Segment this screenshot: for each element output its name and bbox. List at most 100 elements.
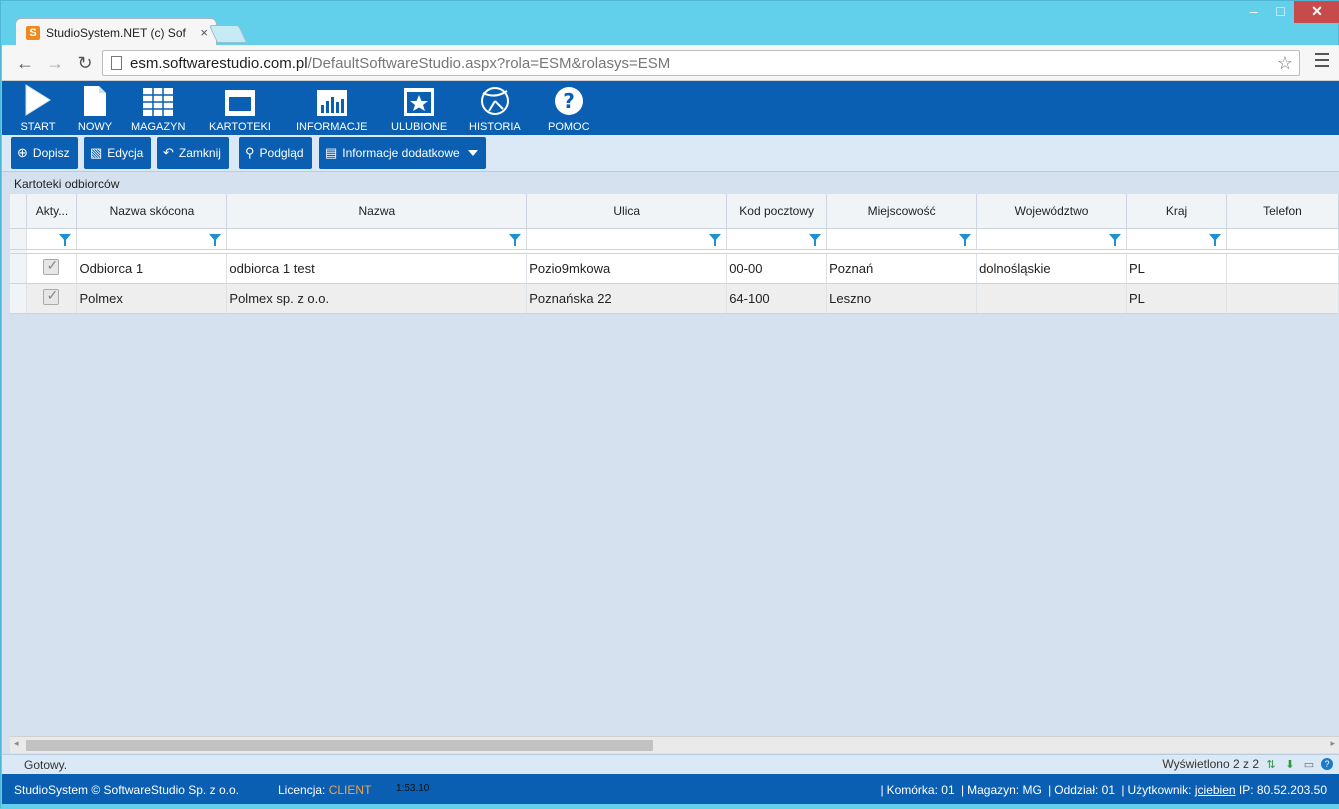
filter-cell-active[interactable] [26,228,78,250]
add-button[interactable]: ⊕ Dopisz [11,137,78,169]
customers-grid: Akty... Nazwa skócona Nazwa Ulica Kod po… [10,194,1339,736]
edit-button[interactable]: ▧ Edycja [84,137,152,169]
row-selector[interactable] [10,253,28,284]
minimize-icon[interactable]: – [1240,1,1267,23]
back-arrow-icon[interactable]: ← [14,52,36,74]
user-link[interactable]: jciebien [1195,783,1236,797]
document-icon: ▤ [325,145,338,160]
star-icon [399,81,439,117]
nav-start[interactable]: START [18,81,58,135]
edit-button-label: Edycja [107,146,144,160]
filter-cell-city[interactable] [826,228,978,250]
checkbox-checked-icon [43,287,60,305]
address-bar[interactable]: esm.softwarestudio.com.pl/DefaultSoftwar… [102,50,1300,76]
magnifier-icon: ⚲ [245,145,255,160]
column-header-city[interactable]: Miejscowość [826,194,978,229]
cell-street: Pozio9mkowa [526,253,728,284]
column-header-active[interactable]: Akty... [26,194,78,229]
column-header-postal-code[interactable]: Kod pocztowy [726,194,828,229]
edit-document-icon: ▧ [90,145,103,160]
filter-cell-region[interactable] [976,228,1128,250]
app-main-menu: START NOWY MAGAZYN KARTOTEKI INFORMACJE [2,81,1339,135]
nav-warehouse[interactable]: MAGAZYN [131,81,185,135]
status-text: Gotowy. [24,758,68,772]
add-button-label: Dopisz [32,146,70,160]
table-row[interactable]: Polmex Polmex sp. z o.o. Poznańska 22 64… [10,283,1339,314]
filter-icon[interactable] [809,233,822,246]
browser-menu-icon[interactable] [1315,53,1329,71]
close-button[interactable]: ↶ Zamknij [157,137,229,169]
browser-toolbar: ← → ↻ esm.softwarestudio.com.pl/DefaultS… [2,45,1339,81]
print-icon[interactable]: ▭ [1302,757,1316,771]
column-header-country[interactable]: Kraj [1126,194,1227,229]
ip-label: IP: [1238,783,1254,797]
browser-tab-active[interactable]: S StudioSystem.NET (c) Soft × [15,18,217,46]
filter-cell-street[interactable] [526,228,728,250]
cell-street: Poznańska 22 [526,283,728,314]
nav-new[interactable]: NOWY [75,81,115,135]
app-footer: StudioSystem © SoftwareStudio Sp. z o.o.… [2,774,1339,804]
scroll-left-icon[interactable]: ◂ [14,738,19,749]
filter-icon[interactable] [959,233,972,246]
horizontal-scrollbar[interactable]: ◂ ▸ [10,736,1339,753]
scrollbar-thumb[interactable] [26,740,653,751]
filter-cell-country[interactable] [1126,228,1227,250]
filter-icon[interactable] [1208,233,1221,246]
cell-phone [1226,283,1339,314]
column-header-phone[interactable]: Telefon [1226,194,1339,229]
filter-icon[interactable] [209,233,222,246]
filter-icon[interactable] [509,233,522,246]
row-selector[interactable] [10,283,28,314]
filter-icon[interactable] [59,233,72,246]
column-header-short-name[interactable]: Nazwa skócona [76,194,228,229]
cell-city: Poznań [826,253,978,284]
filter-icon[interactable] [1109,233,1122,246]
cell-name: Polmex sp. z o.o. [226,283,528,314]
cell-region [976,283,1128,314]
filter-icon[interactable] [709,233,722,246]
filter-cell-postal-code[interactable] [726,228,828,250]
preview-button[interactable]: ⚲ Podgląd [239,137,312,169]
nav-information[interactable]: INFORMACJE [296,81,368,135]
cell-region: dolnośląskie [976,253,1128,284]
nav-history[interactable]: HISTORIA [469,81,521,135]
cell-city: Leszno [826,283,978,314]
cell-country: PL [1126,283,1227,314]
bookmark-star-icon[interactable]: ☆ [1277,53,1293,74]
more-info-dropdown[interactable]: ▤ Informacje dodatkowe [319,137,486,169]
nav-records[interactable]: KARTOTEKI [209,81,271,135]
nav-help[interactable]: ? POMOC [548,81,590,135]
refresh-icon[interactable]: ⇅ [1264,757,1278,771]
help-small-icon[interactable]: ? [1321,758,1333,770]
row-selector-header [10,194,28,229]
cell-country: PL [1126,253,1227,284]
maximize-icon[interactable]: □ [1267,1,1294,23]
tab-close-icon[interactable]: × [200,25,208,40]
chevron-down-icon [467,150,478,156]
session-time: 1:53.10 [396,783,430,794]
table-row[interactable]: Odbiorca 1 odbiorca 1 test Pozio9mkowa 0… [10,253,1339,284]
url-host: esm.softwarestudio.com.pl [130,54,308,72]
filter-cell-phone[interactable] [1226,228,1339,250]
window-controls: – □ ✕ [1240,1,1339,23]
reload-icon[interactable]: ↻ [74,52,96,74]
svg-text:?: ? [563,89,575,113]
export-icon[interactable]: ⬇ [1283,757,1297,771]
nav-favorites[interactable]: ULUBIONE [391,81,447,135]
column-header-street[interactable]: Ulica [526,194,728,229]
filter-cell-short-name[interactable] [76,228,228,250]
tab-strip: S StudioSystem.NET (c) Soft × – □ ✕ [1,1,1339,46]
window-close-icon[interactable]: ✕ [1294,1,1339,23]
column-header-region[interactable]: Województwo [976,194,1128,229]
forward-arrow-icon[interactable]: → [44,52,66,74]
nav-records-label: KARTOTEKI [209,121,271,133]
action-toolbar: ⊕ Dopisz ▧ Edycja ↶ Zamknij ⚲ Podgląd ▤ … [2,135,1339,172]
scroll-right-icon[interactable]: ▸ [1330,738,1335,749]
column-header-name[interactable]: Nazwa [226,194,528,229]
license-info: Licencja: CLIENT [278,783,371,797]
bar-chart-icon [312,81,352,117]
header-row: Akty... Nazwa skócona Nazwa Ulica Kod po… [10,194,1339,229]
cell-label: Komórka: [886,783,938,797]
user-label: Użytkownik: [1127,783,1192,797]
filter-cell-name[interactable] [226,228,528,250]
